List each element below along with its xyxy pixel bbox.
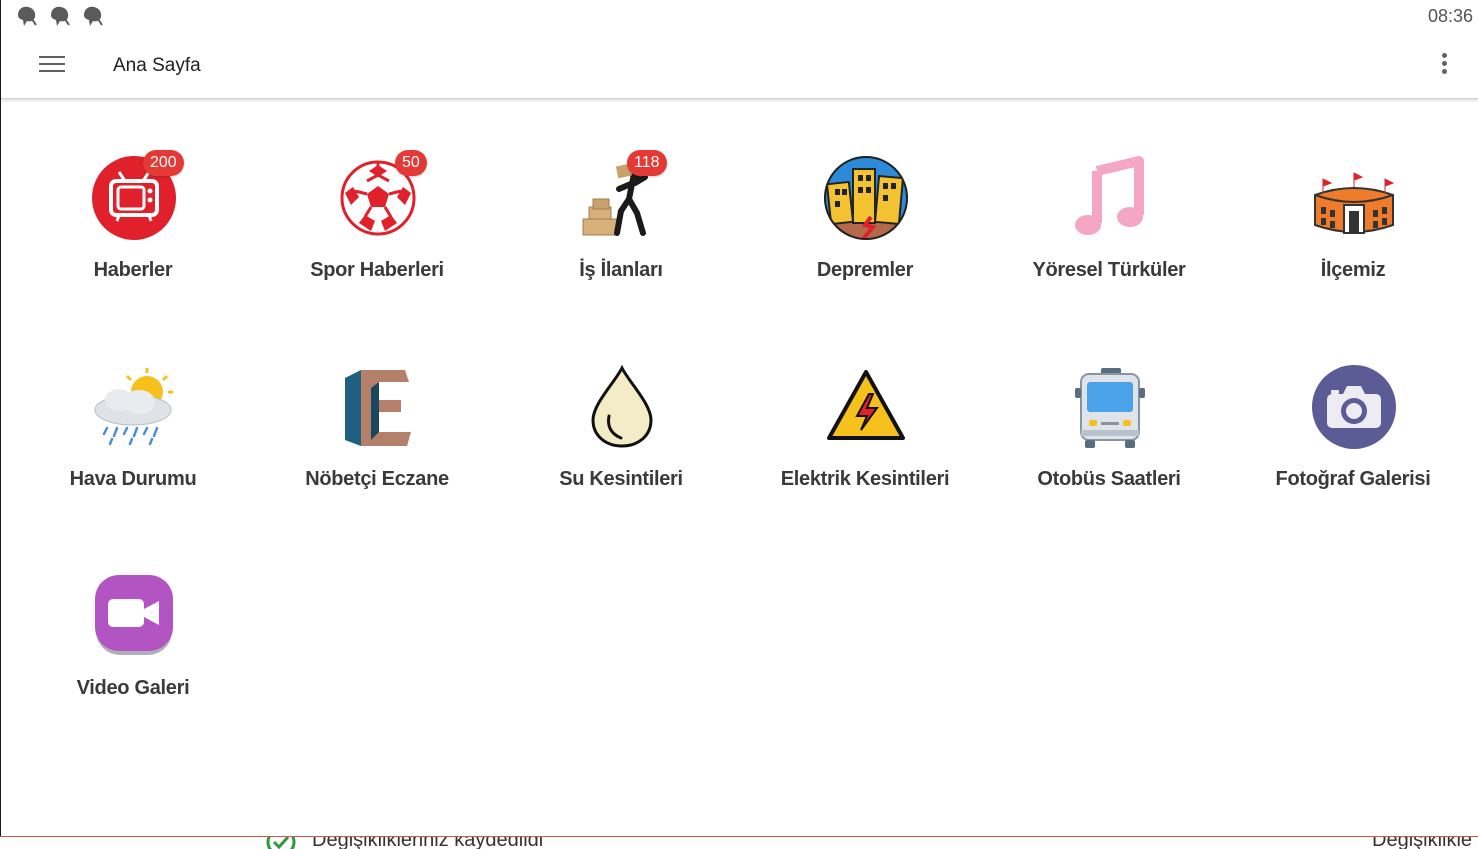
tile-nobetci-eczane[interactable]: Nöbetçi Eczane bbox=[255, 319, 499, 509]
tile-hava-durumu[interactable]: Hava Durumu bbox=[11, 319, 255, 509]
tile-haberler[interactable]: 200 Haberler bbox=[11, 110, 255, 300]
tile-su-kesintileri[interactable]: Su Kesintileri bbox=[499, 319, 743, 509]
tile-video-galeri[interactable]: Video Galeri bbox=[11, 528, 255, 718]
tile-yoresel-turkuler[interactable]: Yöresel Türküler bbox=[987, 110, 1231, 300]
high-voltage-warning-icon bbox=[823, 364, 909, 450]
tile-is-ilanlari[interactable]: 118 İş İlanları bbox=[499, 110, 743, 300]
tile-label: Fotoğraf Galerisi bbox=[1275, 468, 1431, 490]
status-clock: 08:36 bbox=[1427, 6, 1473, 26]
tile-label: İş İlanları bbox=[579, 259, 663, 281]
count-badge: 50 bbox=[395, 150, 427, 176]
toast-message: Değişiklikleriniz kaydedildi bbox=[312, 836, 544, 849]
notification-icons bbox=[15, 4, 105, 28]
letter-e-icon bbox=[335, 364, 421, 450]
count-badge: 200 bbox=[143, 150, 184, 176]
tile-depremler[interactable]: Depremler bbox=[743, 110, 987, 300]
tile-fotograf-galerisi[interactable]: Fotoğraf Galerisi bbox=[1231, 319, 1475, 509]
stadium-icon bbox=[1311, 155, 1397, 241]
app-frame: 08:36 Ana Sayfa 200 Haberler 50 Spor Hab… bbox=[0, 0, 1478, 836]
worker-carrying-boxes-icon: 118 bbox=[579, 150, 667, 241]
bottom-toast-strip: Değişiklikleriniz kaydedildi Değişiklikl… bbox=[0, 836, 1478, 849]
music-note-icon bbox=[1067, 155, 1153, 241]
more-vert-icon[interactable] bbox=[1429, 52, 1459, 80]
tile-label: Yöresel Türküler bbox=[1032, 259, 1186, 281]
camera-icon bbox=[1311, 364, 1397, 450]
tile-label: Spor Haberleri bbox=[310, 259, 444, 281]
page-title: Ana Sayfa bbox=[113, 55, 201, 76]
notification-icon bbox=[18, 6, 37, 26]
tile-elektrik-kesintileri[interactable]: Elektrik Kesintileri bbox=[743, 319, 987, 509]
soccer-ball-icon: 50 bbox=[335, 150, 427, 241]
earthquake-buildings-icon bbox=[823, 155, 909, 241]
tile-label: Nöbetçi Eczane bbox=[305, 468, 449, 490]
toast-message-right: Değişiklikle bbox=[1372, 836, 1473, 849]
tv-icon: 200 bbox=[91, 150, 184, 241]
tile-label: İlçemiz bbox=[1320, 259, 1386, 281]
tile-label: Su Kesintileri bbox=[559, 468, 683, 490]
tile-label: Otobüs Saatleri bbox=[1037, 468, 1181, 490]
tile-spor-haberleri[interactable]: 50 Spor Haberleri bbox=[255, 110, 499, 300]
tile-label: Hava Durumu bbox=[69, 468, 197, 490]
check-circle-icon bbox=[266, 837, 296, 849]
notification-icon bbox=[84, 6, 103, 26]
notification-icon bbox=[51, 6, 70, 26]
tile-label: Haberler bbox=[93, 259, 173, 281]
weather-sun-rain-icon bbox=[91, 364, 177, 450]
tile-ilcemiz[interactable]: İlçemiz bbox=[1231, 110, 1475, 300]
water-drop-icon bbox=[579, 364, 665, 450]
tile-label: Video Galeri bbox=[76, 677, 190, 699]
count-badge: 118 bbox=[627, 150, 667, 176]
tile-label: Depremler bbox=[816, 259, 914, 281]
video-camera-icon bbox=[91, 573, 177, 659]
hamburger-menu-icon[interactable] bbox=[37, 52, 67, 78]
app-toolbar: Ana Sayfa bbox=[1, 32, 1478, 99]
status-bar: 08:36 bbox=[1, 0, 1478, 32]
tile-otobus-saatleri[interactable]: Otobüs Saatleri bbox=[987, 319, 1231, 509]
bus-icon bbox=[1067, 364, 1153, 450]
tile-label: Elektrik Kesintileri bbox=[780, 468, 950, 490]
